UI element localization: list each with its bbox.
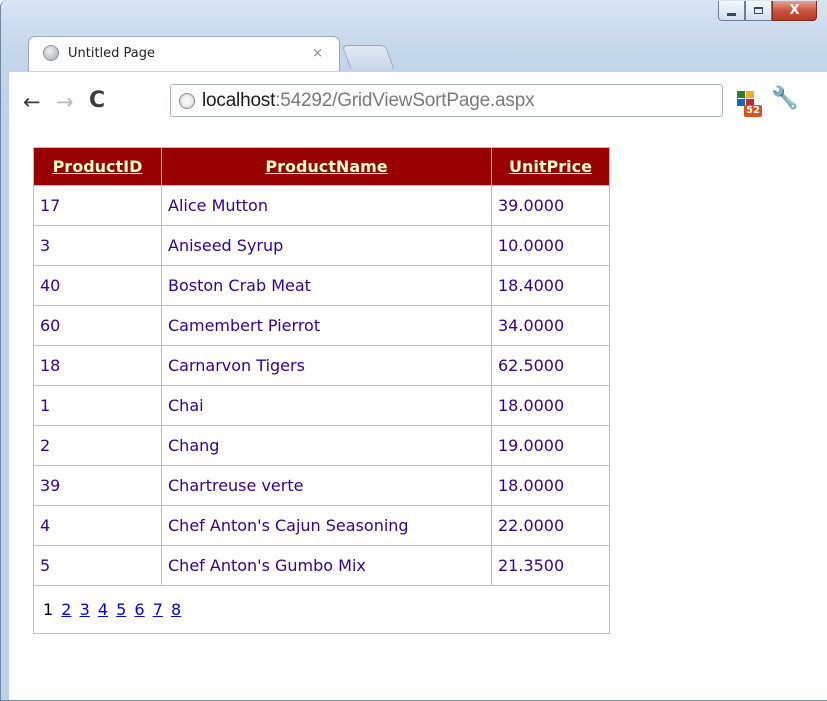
cell-productid: 39 [33, 465, 162, 506]
products-gridview: ProductID ProductName UnitPrice 17 Alice… [33, 147, 610, 634]
minimize-icon [727, 12, 736, 16]
pager-row: 1 2 3 4 5 6 7 8 [33, 585, 610, 634]
pager-link-7[interactable]: 7 [153, 600, 163, 619]
grid-header-row: ProductID ProductName UnitPrice [33, 147, 610, 186]
window-controls: X [718, 1, 817, 23]
table-row: 5 Chef Anton's Gumbo Mix 21.3500 [33, 545, 610, 586]
extension-badge: 52 [744, 105, 762, 117]
cell-unitprice: 18.0000 [491, 385, 610, 426]
cell-productname: Chef Anton's Cajun Seasoning [161, 505, 492, 546]
cell-productid: 60 [33, 305, 162, 346]
cell-productname: Aniseed Syrup [161, 225, 492, 266]
cell-unitprice: 19.0000 [491, 425, 610, 466]
table-row: 40 Boston Crab Meat 18.4000 [33, 265, 610, 306]
cell-productid: 18 [33, 345, 162, 386]
cell-productid: 3 [33, 225, 162, 266]
cell-unitprice: 10.0000 [491, 225, 610, 266]
cell-unitprice: 18.4000 [491, 265, 610, 306]
cell-productid: 2 [33, 425, 162, 466]
back-arrow-icon[interactable]: ← [23, 90, 41, 114]
sort-header-unitprice[interactable]: UnitPrice [491, 147, 610, 186]
cell-productname: Boston Crab Meat [161, 265, 492, 306]
cell-productid: 1 [33, 385, 162, 426]
wrench-menu-icon[interactable]: 🔧 [771, 86, 798, 111]
cell-productname: Chef Anton's Gumbo Mix [161, 545, 492, 586]
cell-unitprice: 39.0000 [491, 185, 610, 226]
close-icon: X [789, 3, 800, 18]
table-row: 60 Camembert Pierrot 34.0000 [33, 305, 610, 346]
pager-link-4[interactable]: 4 [98, 600, 108, 619]
cell-unitprice: 62.5000 [491, 345, 610, 386]
sort-header-productid[interactable]: ProductID [33, 147, 162, 186]
cell-productname: Carnarvon Tigers [161, 345, 492, 386]
cell-productid: 4 [33, 505, 162, 546]
page-info-icon[interactable] [179, 92, 195, 109]
table-row: 2 Chang 19.0000 [33, 425, 610, 466]
url-text: localhost:54292/GridViewSortPage.aspx [202, 89, 535, 112]
close-window-button[interactable]: X [772, 1, 817, 21]
table-row: 4 Chef Anton's Cajun Seasoning 22.0000 [33, 505, 610, 546]
address-bar[interactable]: localhost:54292/GridViewSortPage.aspx [170, 84, 723, 117]
cell-productid: 17 [33, 185, 162, 226]
minimize-button[interactable] [718, 1, 745, 21]
new-tab-button[interactable] [341, 45, 395, 69]
page-content: ProductID ProductName UnitPrice 17 Alice… [9, 134, 827, 700]
table-row: 39 Chartreuse verte 18.0000 [33, 465, 610, 506]
table-row: 17 Alice Mutton 39.0000 [33, 185, 610, 226]
pager-link-5[interactable]: 5 [116, 600, 126, 619]
cell-productname: Chai [161, 385, 492, 426]
cell-productname: Camembert Pierrot [161, 305, 492, 346]
cell-unitprice: 18.0000 [491, 465, 610, 506]
cell-unitprice: 21.3500 [491, 545, 610, 586]
reload-icon[interactable]: C [89, 88, 105, 113]
cell-productname: Alice Mutton [161, 185, 492, 226]
browser-toolbar: ← → C localhost:54292/GridViewSortPage.a… [9, 71, 827, 135]
url-path: :54292/GridViewSortPage.aspx [275, 89, 535, 111]
cell-productid: 40 [33, 265, 162, 306]
globe-icon [43, 45, 59, 61]
pager-link-3[interactable]: 3 [80, 600, 90, 619]
cell-productname: Chartreuse verte [161, 465, 492, 506]
maximize-button[interactable] [745, 1, 772, 21]
pager: 1 2 3 4 5 6 7 8 [33, 585, 610, 634]
tab-untitled-page[interactable]: Untitled Page × [28, 36, 340, 72]
tab-close-icon[interactable]: × [312, 46, 323, 61]
pager-link-6[interactable]: 6 [134, 600, 144, 619]
table-row: 18 Carnarvon Tigers 62.5000 [33, 345, 610, 386]
pager-link-2[interactable]: 2 [61, 600, 71, 619]
cell-unitprice: 22.0000 [491, 505, 610, 546]
table-row: 3 Aniseed Syrup 10.0000 [33, 225, 610, 266]
forward-arrow-icon[interactable]: → [56, 90, 74, 114]
pager-current-page: 1 [43, 600, 54, 619]
url-host: localhost [202, 89, 276, 111]
table-row: 1 Chai 18.0000 [33, 385, 610, 426]
sort-header-productname[interactable]: ProductName [161, 147, 492, 186]
cell-productname: Chang [161, 425, 492, 466]
pager-link-8[interactable]: 8 [171, 600, 181, 619]
browser-window: X Untitled Page × ← → C localhost:54292/… [0, 0, 827, 701]
cell-unitprice: 34.0000 [491, 305, 610, 346]
cell-productid: 5 [33, 545, 162, 586]
tab-title: Untitled Page [68, 45, 156, 61]
maximize-icon [754, 7, 763, 14]
